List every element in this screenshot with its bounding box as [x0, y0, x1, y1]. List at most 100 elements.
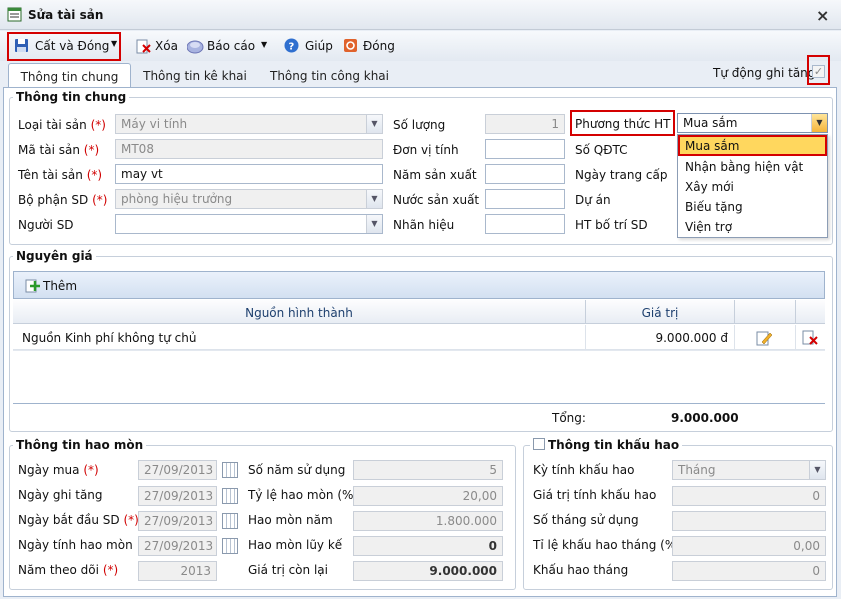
inc-date-label: Ngày ghi tăng: [18, 488, 103, 502]
dropdown-option[interactable]: Mua sắm: [685, 139, 739, 153]
calendar-icon[interactable]: [222, 488, 238, 504]
save-close-button[interactable]: Cất và Đóng: [35, 39, 109, 53]
base-label: Giá trị tính khấu hao: [533, 488, 657, 502]
calc-date-label: Ngày tính hao mòn: [18, 538, 133, 552]
dropdown-option[interactable]: Viện trợ: [685, 220, 732, 234]
amortization-checkbox[interactable]: [533, 438, 545, 450]
years-field[interactable]: 5: [353, 460, 503, 480]
remaining-field[interactable]: 9.000.000: [353, 561, 503, 581]
close-button[interactable]: Đóng: [363, 39, 395, 53]
chevron-down-icon: ▼: [809, 461, 825, 479]
calendar-icon[interactable]: [222, 462, 238, 478]
delete-button[interactable]: Xóa: [155, 39, 178, 53]
close-icon: [344, 39, 357, 52]
depreciation-title: Thông tin hao mòn: [13, 438, 147, 452]
ht-label: HT bố trí SD: [575, 218, 648, 232]
remaining-label: Giá trị còn lại: [248, 563, 328, 577]
amort-rate-field[interactable]: 0,00: [672, 536, 826, 556]
method-label: Phương thức HT: [575, 117, 671, 131]
brand-label: Nhãn hiệu: [393, 218, 455, 232]
inc-date-field[interactable]: 27/09/2013: [138, 486, 217, 506]
months-label: Số tháng sử dụng: [533, 513, 639, 527]
unit-field[interactable]: [485, 139, 565, 159]
origin-grid-empty: [13, 350, 825, 404]
asset-name-field[interactable]: may vt: [115, 164, 383, 184]
country-label: Nước sản xuất: [393, 193, 480, 207]
col-source: Nguồn hình thành: [245, 306, 353, 320]
help-button[interactable]: Giúp: [305, 39, 333, 53]
asset-type-label: Loại tài sản (*): [18, 118, 106, 132]
origin-grid-header: Nguồn hình thành Giá trị: [13, 300, 825, 324]
close-window-button[interactable]: ×: [816, 6, 829, 25]
annual-field[interactable]: 1.800.000: [353, 511, 503, 531]
brand-field[interactable]: [485, 214, 565, 234]
user-select[interactable]: ▼: [115, 214, 383, 234]
quantity-field[interactable]: 1: [485, 114, 565, 134]
asset-name-label: Tên tài sản (*): [18, 168, 103, 182]
rate-label: Tỷ lệ hao mòn (%): [248, 488, 359, 502]
annual-label: Hao mòn năm: [248, 513, 333, 527]
table-row[interactable]: Nguồn Kinh phí không tự chủ 9.000.000 đ: [13, 325, 825, 350]
dropdown-option[interactable]: Biếu tặng: [685, 200, 743, 214]
asset-code-field[interactable]: MT08: [115, 139, 383, 159]
chevron-down-icon: ▼: [366, 190, 382, 208]
months-field[interactable]: [672, 511, 826, 531]
monthly-label: Khấu hao tháng: [533, 563, 629, 577]
form-icon: [7, 7, 22, 22]
monthly-field[interactable]: 0: [672, 561, 826, 581]
project-label: Dự án: [575, 193, 611, 207]
equip-date-label: Ngày trang cấp: [575, 168, 668, 182]
dropdown-option[interactable]: Nhận bằng hiện vật: [685, 160, 803, 174]
rate-field[interactable]: 20,00: [353, 486, 503, 506]
report-dropdown-icon[interactable]: ▼: [261, 40, 267, 49]
method-dropdown: Mua sắm Nhận bằng hiện vật Xây mới Biếu …: [677, 134, 828, 238]
asset-code-label: Mã tài sản (*): [18, 143, 100, 157]
accum-field[interactable]: 0: [353, 536, 503, 556]
calc-date-field[interactable]: 27/09/2013: [138, 536, 217, 556]
country-field[interactable]: [485, 189, 565, 209]
period-select[interactable]: Tháng ▼: [672, 460, 826, 480]
track-year-label: Năm theo dõi (*): [18, 563, 119, 577]
asset-type-select[interactable]: Máy vi tính ▼: [115, 114, 383, 134]
tab-general[interactable]: Thông tin chung: [8, 63, 131, 88]
base-field[interactable]: 0: [672, 486, 826, 506]
calendar-icon[interactable]: [222, 538, 238, 554]
chevron-down-icon[interactable]: ▼: [811, 114, 827, 132]
report-button[interactable]: Báo cáo: [207, 39, 255, 53]
unit-label: Đơn vị tính: [393, 143, 459, 157]
report-icon: [187, 40, 204, 54]
buy-date-field[interactable]: 27/09/2013: [138, 460, 217, 480]
save-dropdown-icon[interactable]: ▼: [111, 39, 117, 48]
dept-select[interactable]: phòng hiệu trưởng ▼: [115, 189, 383, 209]
track-year-field[interactable]: 2013: [138, 561, 217, 581]
quantity-label: Số lượng: [393, 118, 446, 132]
calendar-icon[interactable]: [222, 513, 238, 529]
year-made-label: Năm sản xuất: [393, 168, 477, 182]
general-info-title: Thông tin chung: [13, 90, 130, 104]
toolbar: Cất và Đóng ▼ Xóa Báo cáo ▼ ? Giúp Đóng: [0, 31, 841, 61]
edit-icon[interactable]: [756, 330, 772, 346]
year-made-field[interactable]: [485, 164, 565, 184]
window-title: Sửa tài sản: [28, 8, 104, 22]
origin-toolbar: Thêm: [13, 271, 825, 299]
chevron-down-icon: ▼: [366, 115, 382, 133]
start-date-field[interactable]: 27/09/2013: [138, 511, 217, 531]
method-select[interactable]: Mua sắm ▼: [677, 113, 828, 133]
amortization-title: Thông tin khấu hao: [530, 438, 683, 452]
add-button[interactable]: Thêm: [43, 279, 77, 293]
years-label: Số năm sử dụng: [248, 463, 346, 477]
period-label: Kỳ tính khấu hao: [533, 463, 635, 477]
delete-row-icon[interactable]: [802, 330, 818, 346]
tab-public[interactable]: Thông tin công khai: [262, 63, 397, 88]
row-value: 9.000.000 đ: [655, 331, 728, 345]
auto-increase-checkbox[interactable]: ✓: [812, 65, 825, 78]
qdtc-label: Số QĐTC: [575, 143, 628, 157]
total-value: 9.000.000: [671, 411, 739, 425]
chevron-down-icon: ▼: [366, 215, 382, 233]
delete-icon: [136, 39, 151, 54]
dropdown-option[interactable]: Xây mới: [685, 180, 734, 194]
total-label: Tổng:: [552, 411, 586, 425]
tab-strip: Thông tin chung Thông tin kê khai Thông …: [0, 55, 841, 88]
tab-declaration[interactable]: Thông tin kê khai: [140, 63, 250, 88]
title-bar: Sửa tài sản ×: [0, 0, 841, 30]
